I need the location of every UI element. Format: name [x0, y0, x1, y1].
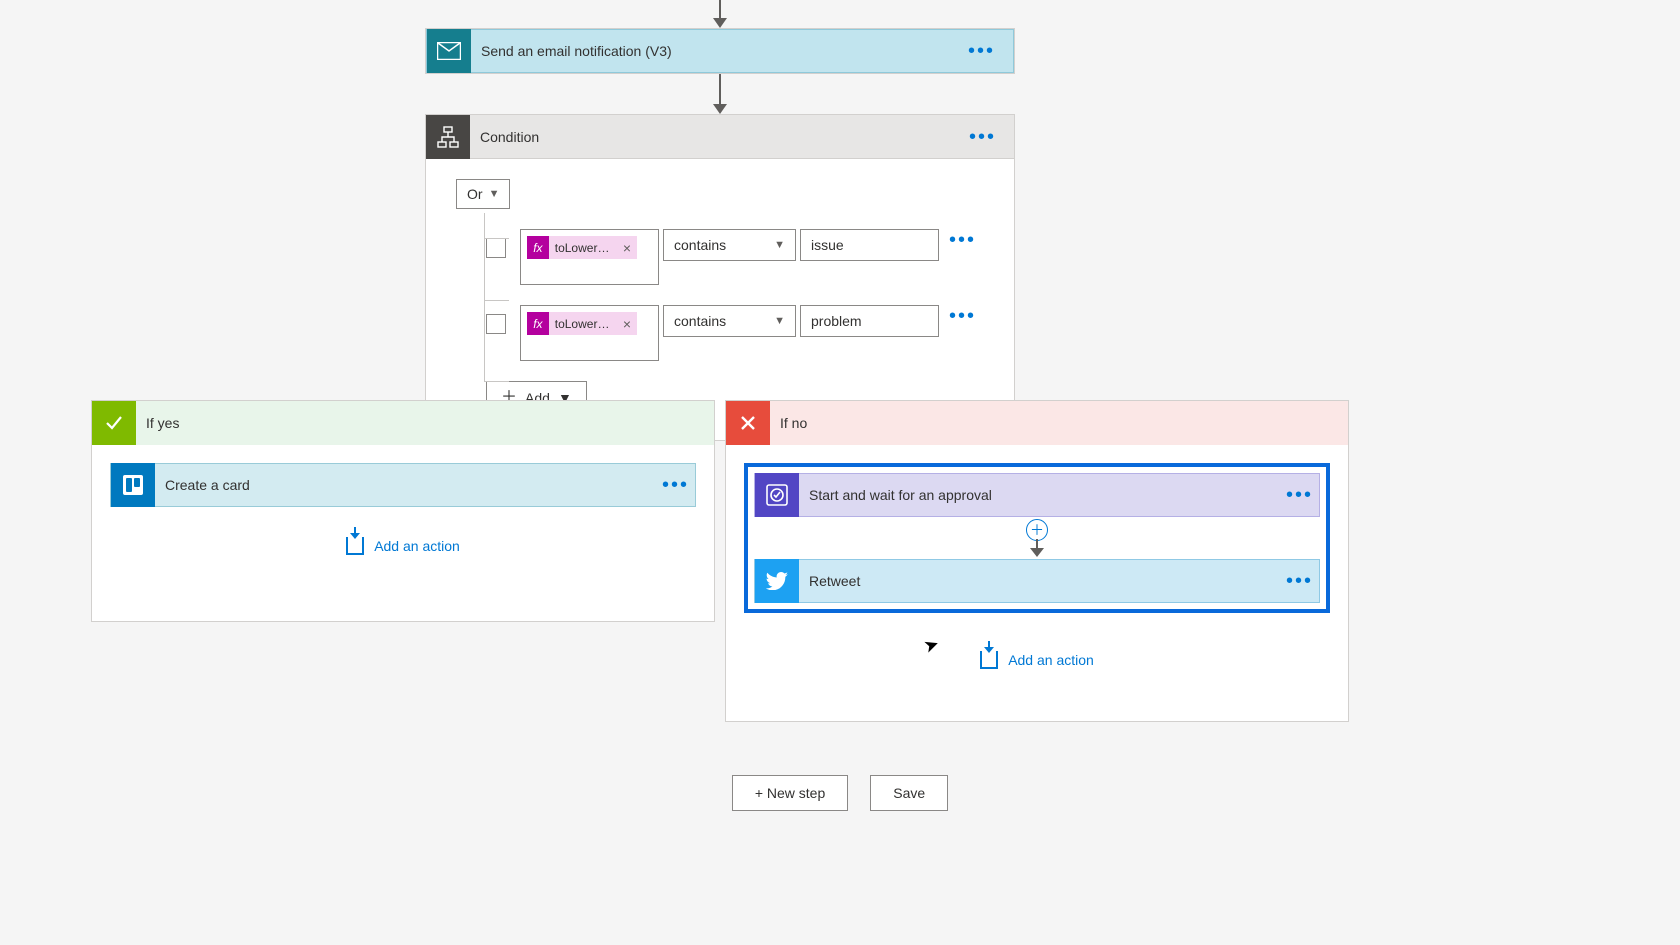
- mail-icon: [427, 29, 471, 73]
- operator-label: contains: [674, 237, 726, 253]
- tree-line: [484, 238, 509, 239]
- add-action-no[interactable]: Add an action: [744, 651, 1330, 669]
- flow-footer: + New step Save: [0, 775, 1680, 811]
- group-operator-label: Or: [467, 186, 483, 202]
- condition-icon: [426, 115, 470, 159]
- fx-expression: toLower(...: [549, 317, 617, 331]
- insert-step: ＋: [754, 517, 1320, 559]
- fx-icon: fx: [527, 312, 549, 335]
- add-action-yes[interactable]: Add an action: [110, 537, 696, 555]
- retweet-action[interactable]: Retweet •••: [754, 559, 1320, 603]
- remove-token[interactable]: ×: [617, 316, 637, 332]
- new-step-button[interactable]: + New step: [732, 775, 848, 811]
- tree-line: [484, 300, 509, 301]
- email-card-title: Send an email notification (V3): [471, 43, 962, 59]
- add-action-label: Add an action: [1008, 652, 1094, 668]
- if-no-branch: If no Start and wait for an approval •••…: [725, 400, 1349, 722]
- condition-header[interactable]: Condition •••: [426, 115, 1014, 159]
- action-title: Retweet: [799, 573, 1280, 589]
- chevron-down-icon: ▼: [774, 315, 785, 327]
- save-button[interactable]: Save: [870, 775, 948, 811]
- condition-card: Condition ••• Or ▼ fx toLower(...: [425, 114, 1015, 441]
- fx-expression: toLower(...: [549, 241, 617, 255]
- condition-row: fx toLower(... × contains ▼ issue •••: [486, 229, 984, 285]
- flow-arrow: [708, 0, 732, 28]
- add-action-label: Add an action: [374, 538, 460, 554]
- row-checkbox[interactable]: [486, 238, 506, 258]
- action-title: Start and wait for an approval: [799, 487, 1280, 503]
- condition-title: Condition: [470, 129, 963, 145]
- flow-arrow: [708, 74, 732, 114]
- condition-left-value[interactable]: fx toLower(... ×: [520, 305, 659, 361]
- condition-right-value[interactable]: issue: [800, 229, 939, 261]
- chevron-down-icon: ▼: [489, 188, 500, 200]
- card-menu[interactable]: •••: [1280, 490, 1319, 500]
- email-card[interactable]: Send an email notification (V3) •••: [425, 28, 1015, 74]
- card-menu[interactable]: •••: [1280, 576, 1319, 586]
- fx-icon: fx: [527, 236, 549, 259]
- group-operator-select[interactable]: Or ▼: [456, 179, 510, 209]
- chevron-down-icon: ▼: [774, 239, 785, 251]
- if-yes-branch: If yes Create a card ••• Add an action: [91, 400, 715, 622]
- branch-title: If no: [770, 415, 807, 431]
- card-menu[interactable]: •••: [962, 46, 1001, 56]
- branch-title: If yes: [136, 415, 179, 431]
- card-menu[interactable]: •••: [656, 480, 695, 490]
- create-card-action[interactable]: Create a card •••: [110, 463, 696, 507]
- approval-icon: [755, 473, 799, 517]
- action-title: Create a card: [155, 477, 656, 493]
- insert-step-button[interactable]: ＋: [1026, 519, 1048, 541]
- tree-line: [484, 381, 509, 382]
- operator-label: contains: [674, 313, 726, 329]
- row-menu[interactable]: •••: [943, 235, 982, 245]
- check-icon: [92, 401, 136, 445]
- remove-token[interactable]: ×: [617, 240, 637, 256]
- trello-icon: [111, 463, 155, 507]
- twitter-icon: [755, 559, 799, 603]
- selected-group: Start and wait for an approval ••• ＋ Ret…: [744, 463, 1330, 613]
- branch-header[interactable]: If no: [726, 401, 1348, 445]
- add-action-icon: [980, 651, 998, 669]
- condition-row: fx toLower(... × contains ▼ problem •••: [486, 305, 984, 361]
- value-text: issue: [811, 237, 844, 253]
- add-action-icon: [346, 537, 364, 555]
- close-icon: [726, 401, 770, 445]
- approval-action[interactable]: Start and wait for an approval •••: [754, 473, 1320, 517]
- value-text: problem: [811, 313, 862, 329]
- flow-canvas: Send an email notification (V3) ••• Cond…: [0, 0, 1680, 945]
- condition-operator-select[interactable]: contains ▼: [663, 229, 796, 261]
- condition-right-value[interactable]: problem: [800, 305, 939, 337]
- row-checkbox[interactable]: [486, 314, 506, 334]
- condition-left-value[interactable]: fx toLower(... ×: [520, 229, 659, 285]
- card-menu[interactable]: •••: [963, 132, 1002, 142]
- branch-header[interactable]: If yes: [92, 401, 714, 445]
- row-menu[interactable]: •••: [943, 311, 982, 321]
- condition-operator-select[interactable]: contains ▼: [663, 305, 796, 337]
